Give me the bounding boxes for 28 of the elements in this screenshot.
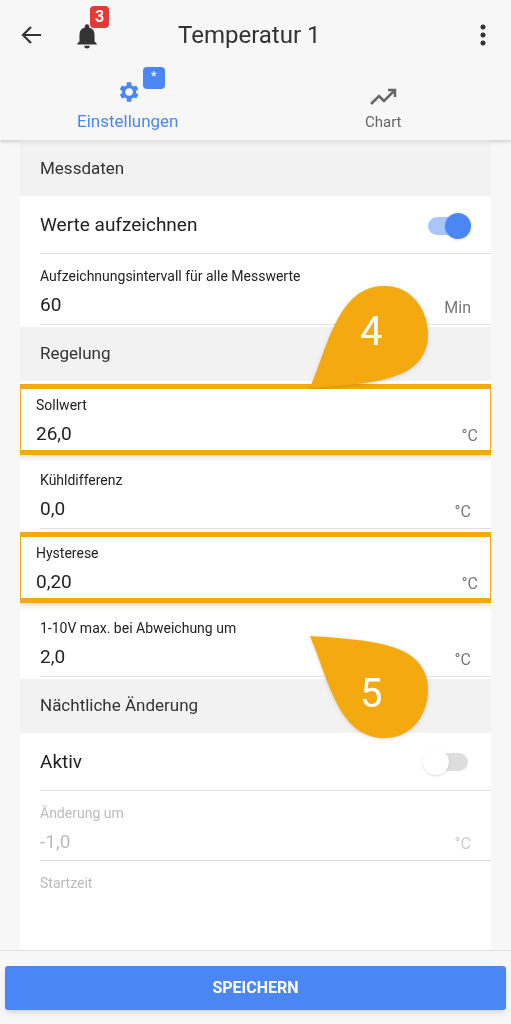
toggle-label: Aktiv xyxy=(40,748,83,775)
unit-label: °C xyxy=(454,500,471,523)
toggle-label: Werte aufzeichnen xyxy=(40,212,198,239)
field-label: Änderung um xyxy=(40,803,125,823)
field-label: Sollwert xyxy=(36,395,88,415)
more-options-icon[interactable] xyxy=(479,23,487,47)
notification-badge: 3 xyxy=(90,6,110,28)
field-label: Kühldifferenz xyxy=(40,471,124,490)
trend-icon xyxy=(369,86,398,107)
unit-label: °C xyxy=(461,573,478,595)
field-value[interactable]: 2,0 xyxy=(40,643,66,672)
field-label: Aufzeichnungsintervall für alle Messwerte xyxy=(40,267,302,286)
unit-label: °C xyxy=(461,425,478,447)
unit-label: Min xyxy=(444,296,471,319)
tab[interactable]: Chart xyxy=(255,70,511,140)
tab-badge: * xyxy=(142,67,165,90)
unit-label: °C xyxy=(454,648,471,671)
field-value[interactable]: 26,0 xyxy=(36,419,72,448)
bell-icon[interactable] xyxy=(74,22,100,50)
field-label: Startzeit xyxy=(40,874,94,893)
screen-title: Temperatur 1 xyxy=(178,20,321,51)
section-header: Messdaten xyxy=(20,142,491,196)
field-value[interactable]: 0,20 xyxy=(36,567,72,596)
field-value[interactable]: 0,0 xyxy=(40,495,66,524)
field-label: Hysterese xyxy=(36,543,100,563)
field-label: 1-10V max. bei Abweichung um xyxy=(40,619,238,638)
field-value[interactable]: 60 xyxy=(40,291,62,320)
callout-number: 5 xyxy=(360,674,383,714)
